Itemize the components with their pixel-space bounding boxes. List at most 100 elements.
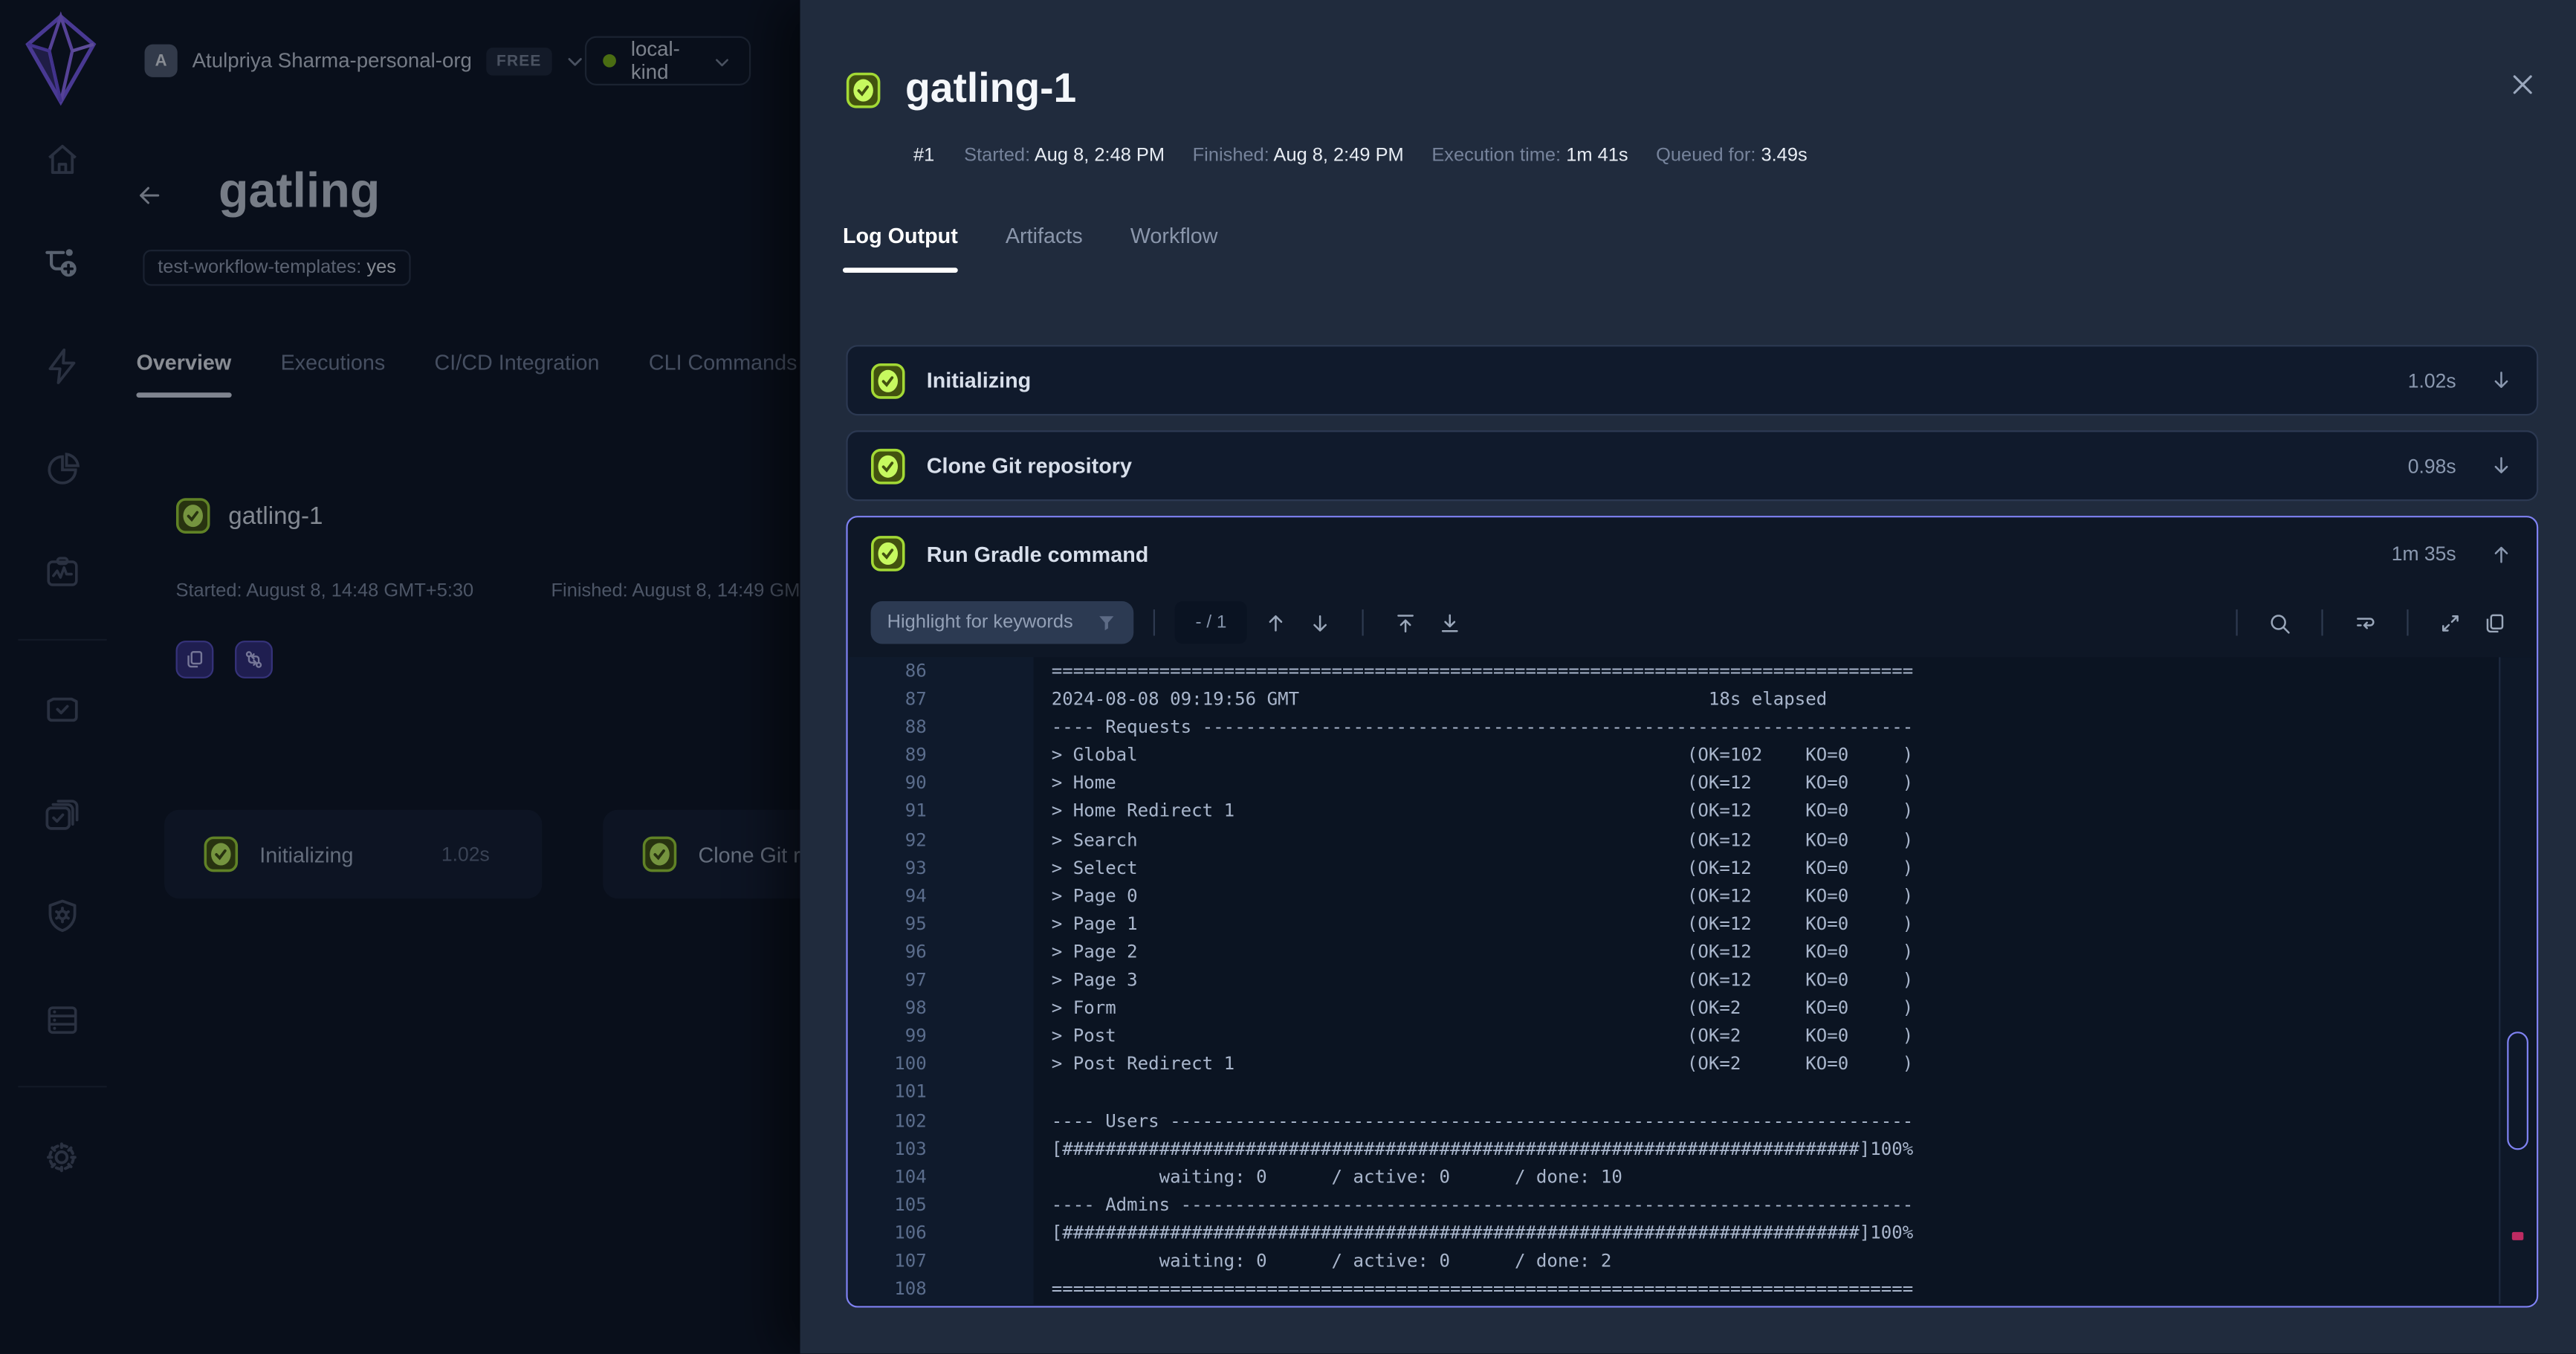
log-line-number: 87 [850, 685, 927, 713]
search-match-counter: - / 1 [1175, 601, 1247, 644]
log-line: 99 > Post (OK=2 KO=0 ) [850, 1022, 2535, 1050]
log-line: 105 ---- Admins ------------------------… [850, 1191, 2535, 1219]
log-line: 97 > Page 3 (OK=12 KO=0 ) [850, 966, 2535, 994]
log-error-marker [2512, 1232, 2523, 1240]
log-line-text: ========================================… [1052, 657, 1914, 685]
drawer-tab[interactable]: Log Output [843, 224, 958, 273]
expand-down-icon[interactable] [2489, 368, 2514, 392]
log-line-number: 108 [850, 1274, 927, 1303]
status-passed-icon [871, 362, 905, 398]
expand-down-icon[interactable] [2489, 453, 2514, 478]
step-clone-git[interactable]: Clone Git repository 0.98s [846, 430, 2538, 501]
log-line: 92 > Search (OK=12 KO=0 ) [850, 826, 2535, 854]
log-line: 96 > Page 2 (OK=12 KO=0 ) [850, 938, 2535, 966]
log-line-text: > Post (OK=2 KO=0 ) [1052, 1022, 1914, 1050]
log-line-text: ---- Requests --------------------------… [1052, 713, 1914, 742]
status-passed-icon [871, 536, 905, 572]
log-line: 93 > Select (OK=12 KO=0 ) [850, 854, 2535, 882]
log-line: 94 > Page 0 (OK=12 KO=0 ) [850, 881, 2535, 910]
previous-match-button[interactable] [1263, 610, 1288, 635]
fullscreen-icon[interactable] [2438, 610, 2462, 635]
execution-title: gatling-1 [905, 65, 1076, 113]
log-line-number: 93 [850, 854, 927, 882]
log-line-number: 94 [850, 881, 927, 910]
log-line-text: 2024-08-08 09:19:56 GMT 18s elapsed [1052, 685, 1828, 713]
log-line-number: 100 [850, 1050, 927, 1078]
log-line-number: 99 [850, 1022, 927, 1050]
log-line-text: > Search (OK=12 KO=0 ) [1052, 826, 1914, 854]
log-line-text: > Home (OK=12 KO=0 ) [1052, 769, 1914, 797]
next-match-button[interactable] [1308, 610, 1333, 635]
status-passed-icon [871, 447, 905, 484]
log-line-text [1052, 1078, 1063, 1107]
step-header[interactable]: Run Gradle command 1m 35s [848, 517, 2537, 589]
log-line: 108 ====================================… [850, 1274, 2535, 1303]
log-toolbar: Highlight for keywords - / 1 [848, 590, 2537, 655]
log-line-number: 104 [850, 1162, 927, 1191]
close-icon[interactable] [2508, 71, 2537, 99]
highlight-keywords-dropdown[interactable]: Highlight for keywords [871, 601, 1134, 644]
log-line-number: 103 [850, 1135, 927, 1163]
log-line-text: > Page 0 (OK=12 KO=0 ) [1052, 881, 1914, 910]
log-line-number: 86 [850, 657, 927, 685]
log-line: 95 > Page 1 (OK=12 KO=0 ) [850, 910, 2535, 938]
step-duration: 1m 35s [2392, 542, 2456, 565]
log-line-text: > Form (OK=2 KO=0 ) [1052, 994, 1914, 1023]
log-line-text: [#######################################… [1052, 1219, 1914, 1247]
log-line-number: 91 [850, 797, 927, 826]
log-line: 104 waiting: 0 / active: 0 / done: 10 [850, 1162, 2535, 1191]
search-icon[interactable] [2267, 610, 2291, 635]
log-line: 106 [###################################… [850, 1219, 2535, 1247]
filter-icon [1096, 612, 1118, 633]
drawer-tab[interactable]: Artifacts [1006, 224, 1083, 273]
meta-item: Started: Aug 8, 2:48 PM [964, 146, 1165, 166]
log-scrollbar-thumb[interactable] [2507, 1031, 2528, 1150]
log-line-text: waiting: 0 / active: 0 / done: 2 [1052, 1247, 1612, 1275]
log-line: 86 =====================================… [850, 657, 2535, 685]
word-wrap-icon[interactable] [2352, 610, 2377, 635]
log-line: 91 > Home Redirect 1 (OK=12 KO=0 ) [850, 797, 2535, 826]
log-line-text: ========================================… [1052, 1274, 1914, 1303]
drawer-tab[interactable]: Workflow [1130, 224, 1218, 273]
log-line: 90 > Home (OK=12 KO=0 ) [850, 769, 2535, 797]
scroll-to-bottom-button[interactable] [1437, 610, 1462, 635]
log-line: 103 [###################################… [850, 1135, 2535, 1163]
app: A Atulpriya Sharma-personal-org FREE loc… [0, 0, 2576, 1353]
log-line-text: ---- Admins ----------------------------… [1052, 1191, 1914, 1219]
execution-drawer: gatling-1 #1 Started: Aug 8, 2:48 PM Fin… [800, 0, 2576, 1353]
log-line-text: [#######################################… [1052, 1135, 1914, 1163]
log-line-text: ---- Users -----------------------------… [1052, 1107, 1914, 1135]
scroll-to-top-button[interactable] [1394, 610, 1418, 635]
status-passed-icon [846, 71, 880, 108]
log-line: 101 [850, 1078, 2535, 1107]
log-line-number: 97 [850, 966, 927, 994]
log-line-number: 92 [850, 826, 927, 854]
log-line-text: > Global (OK=102 KO=0 ) [1052, 742, 1914, 770]
log-line-text: > Page 2 (OK=12 KO=0 ) [1052, 938, 1914, 966]
meta-item: Queued for: 3.49s [1656, 146, 1808, 166]
log-line-number: 89 [850, 742, 927, 770]
log-line: 102 ---- Users -------------------------… [850, 1107, 2535, 1135]
step-run-gradle: Run Gradle command 1m 35s Highlight for … [846, 516, 2538, 1307]
log-line-number: 106 [850, 1219, 927, 1247]
log-line-text: > Page 1 (OK=12 KO=0 ) [1052, 910, 1914, 938]
log-line: 107 waiting: 0 / active: 0 / done: 2 [850, 1247, 2535, 1275]
execution-number: #1 [913, 146, 934, 166]
log-viewer[interactable]: 86 =====================================… [850, 657, 2535, 1304]
log-line-number: 90 [850, 769, 927, 797]
step-duration: 1.02s [2408, 369, 2456, 392]
log-line-number: 95 [850, 910, 927, 938]
collapse-up-icon[interactable] [2489, 541, 2514, 566]
log-line-text: > Post Redirect 1 (OK=2 KO=0 ) [1052, 1050, 1914, 1078]
execution-meta: #1 Started: Aug 8, 2:48 PM Finished: Aug… [913, 146, 1835, 166]
log-lines: 86 =====================================… [850, 657, 2535, 1303]
log-line-text: waiting: 0 / active: 0 / done: 10 [1052, 1162, 1622, 1191]
meta-item: Execution time: 1m 41s [1431, 146, 1628, 166]
log-line-number: 98 [850, 994, 927, 1023]
log-line-number: 102 [850, 1107, 927, 1135]
log-line: 89 > Global (OK=102 KO=0 ) [850, 742, 2535, 770]
step-initializing[interactable]: Initializing 1.02s [846, 345, 2538, 415]
log-scrollbar-track[interactable] [2499, 657, 2535, 1304]
log-line-text: > Home Redirect 1 (OK=12 KO=0 ) [1052, 797, 1914, 826]
copy-logs-icon[interactable] [2482, 610, 2507, 635]
